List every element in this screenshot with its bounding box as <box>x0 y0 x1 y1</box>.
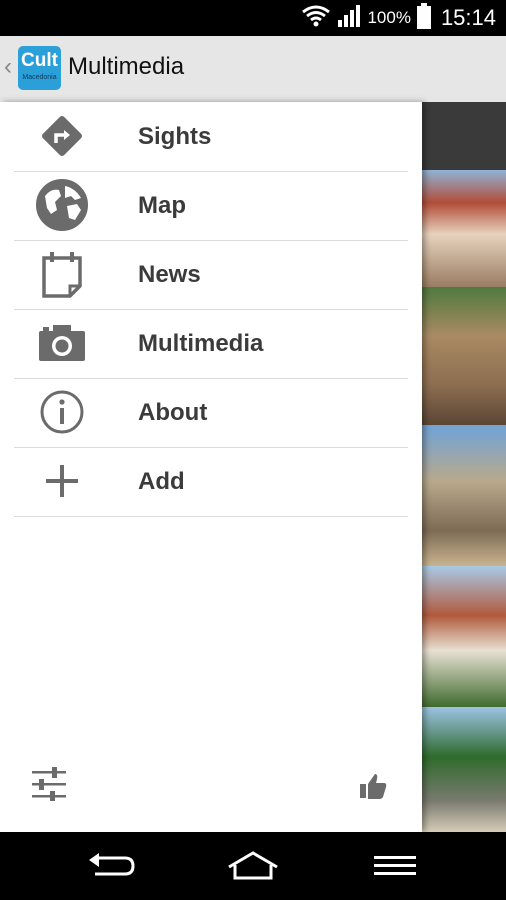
drawer-item-about[interactable]: About <box>14 378 408 448</box>
drawer-item-multimedia[interactable]: Multimedia <box>14 309 408 379</box>
camera-icon <box>34 317 90 369</box>
gallery-photo[interactable] <box>422 287 506 425</box>
gallery-photo[interactable] <box>422 425 506 566</box>
drawer-item-label: Add <box>138 468 185 495</box>
system-nav-bar <box>0 832 506 900</box>
gallery-photo[interactable] <box>422 170 506 287</box>
drawer-item-label: Sights <box>138 123 212 150</box>
drawer-item-label: About <box>138 399 208 426</box>
plus-icon <box>34 455 90 507</box>
gallery-header <box>422 102 506 170</box>
action-bar: ‹ Cult Macedonia Multimedia <box>0 36 506 103</box>
navigation-drawer: Sights Map News Multimedia About Add <box>0 102 422 832</box>
info-icon <box>34 386 90 438</box>
back-icon[interactable] <box>79 848 143 884</box>
menu-icon[interactable] <box>363 848 427 884</box>
clock: 15:14 <box>440 5 496 30</box>
calendar-icon <box>34 248 90 300</box>
status-bar: 100% 15:14 <box>0 0 506 36</box>
drawer-item-label: Map <box>138 192 186 219</box>
thumbs-up-icon[interactable] <box>358 772 388 800</box>
wifi-icon <box>301 5 331 32</box>
photo-gallery <box>422 102 506 832</box>
page-title: Multimedia <box>68 53 185 80</box>
battery-icon <box>416 2 431 34</box>
directions-icon <box>34 110 90 162</box>
home-icon[interactable] <box>221 848 285 884</box>
up-chevron-icon[interactable]: ‹ <box>4 55 12 79</box>
drawer-item-label: Multimedia <box>138 330 264 357</box>
gallery-photo[interactable] <box>422 566 506 707</box>
drawer-item-add[interactable]: Add <box>14 447 408 517</box>
drawer-item-news[interactable]: News <box>14 240 408 310</box>
signal-icon <box>337 4 361 33</box>
app-logo[interactable]: Cult Macedonia <box>18 46 61 90</box>
gallery-photo[interactable] <box>422 707 506 832</box>
settings-sliders-icon[interactable] <box>30 767 68 801</box>
drawer-item-label: News <box>138 261 201 288</box>
drawer-item-map[interactable]: Map <box>14 171 408 241</box>
app-logo-subtext: Macedonia <box>22 74 57 81</box>
globe-icon <box>34 179 90 231</box>
drawer-item-sights[interactable]: Sights <box>14 102 408 172</box>
app-logo-text: Cult <box>21 50 58 71</box>
battery-percent: 100% <box>367 8 411 27</box>
